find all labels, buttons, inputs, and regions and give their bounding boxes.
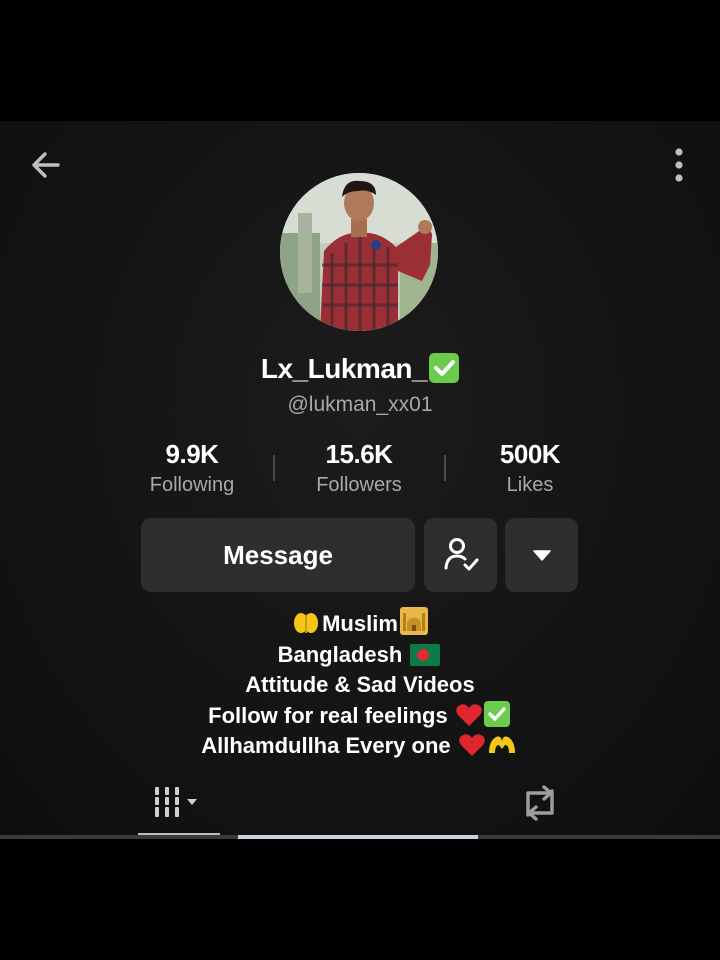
following-label: Following bbox=[149, 474, 235, 496]
followers-stat[interactable]: 15.6K Followers bbox=[289, 437, 429, 499]
bio-text-content: Attitude & Sad Videos bbox=[245, 672, 475, 697]
username-handle: @lukman_xx01 bbox=[287, 393, 433, 416]
avatar[interactable] bbox=[280, 173, 438, 331]
red-heart-icon bbox=[456, 703, 482, 726]
profile-tabs bbox=[0, 773, 720, 839]
stat-divider bbox=[444, 455, 446, 481]
vertical-dots-icon bbox=[675, 148, 683, 182]
red-heart-icon bbox=[458, 734, 485, 756]
praying-hands-icon bbox=[294, 613, 319, 633]
bio-text-country: Bangladesh bbox=[277, 641, 403, 667]
profile-screen: Lx_Lukman_ @lukman_xx01 9.9K Following 1… bbox=[0, 121, 720, 839]
heart-hands-icon bbox=[488, 736, 515, 753]
check-box-icon bbox=[483, 700, 510, 727]
back-button[interactable] bbox=[24, 143, 68, 187]
stats-row: 9.9K Following 15.6K Followers 500K Like… bbox=[140, 437, 580, 503]
followers-count: 15.6K bbox=[325, 439, 393, 469]
bio-line: Bangladesh bbox=[0, 640, 720, 671]
suggested-accounts-button[interactable] bbox=[505, 518, 578, 592]
person-check-icon bbox=[444, 538, 478, 571]
following-stat[interactable]: 9.9K Following bbox=[122, 437, 262, 499]
likes-label: Likes bbox=[506, 474, 554, 496]
message-button[interactable]: Message bbox=[141, 518, 415, 592]
avatar-photo bbox=[280, 173, 438, 331]
bio-text-follow: Follow for real feelings bbox=[208, 702, 448, 728]
caret-down-icon bbox=[532, 550, 551, 561]
bio-text-thanks: Allhamdullha Every one bbox=[201, 733, 451, 758]
progress-fill bbox=[238, 835, 478, 839]
arrow-left-icon bbox=[32, 152, 60, 178]
more-options-button[interactable] bbox=[664, 143, 694, 187]
likes-count: 500K bbox=[499, 439, 561, 469]
display-name-row: Lx_Lukman_ bbox=[0, 349, 720, 389]
tab-videos[interactable] bbox=[138, 773, 220, 833]
bio-line: Attitude & Sad Videos bbox=[0, 670, 720, 701]
bio: Muslim Bangladesh Attitude & Sad Videos bbox=[0, 607, 720, 762]
bio-text-muslim: Muslim bbox=[322, 611, 398, 636]
bio-line: Follow for real feelings bbox=[0, 700, 720, 732]
repost-icon bbox=[526, 785, 554, 821]
bangladesh-flag-icon bbox=[410, 643, 441, 666]
tab-reposts[interactable] bbox=[500, 773, 580, 833]
following-count: 9.9K bbox=[165, 439, 219, 469]
likes-stat[interactable]: 500K Likes bbox=[460, 437, 600, 499]
message-button-label: Message bbox=[223, 539, 333, 570]
bio-line: Allhamdullha Every one bbox=[0, 731, 720, 762]
followers-label: Followers bbox=[316, 474, 402, 496]
app-root: Lx_Lukman_ @lukman_xx01 9.9K Following 1… bbox=[0, 0, 720, 960]
display-name: Lx_Lukman_ bbox=[260, 353, 428, 384]
follow-status-button[interactable] bbox=[424, 518, 497, 592]
mosque-icon bbox=[399, 607, 428, 635]
check-box-icon bbox=[429, 353, 460, 383]
stat-divider bbox=[273, 455, 275, 481]
bio-line: Muslim bbox=[0, 607, 720, 640]
grid-bars-icon bbox=[155, 787, 197, 817]
